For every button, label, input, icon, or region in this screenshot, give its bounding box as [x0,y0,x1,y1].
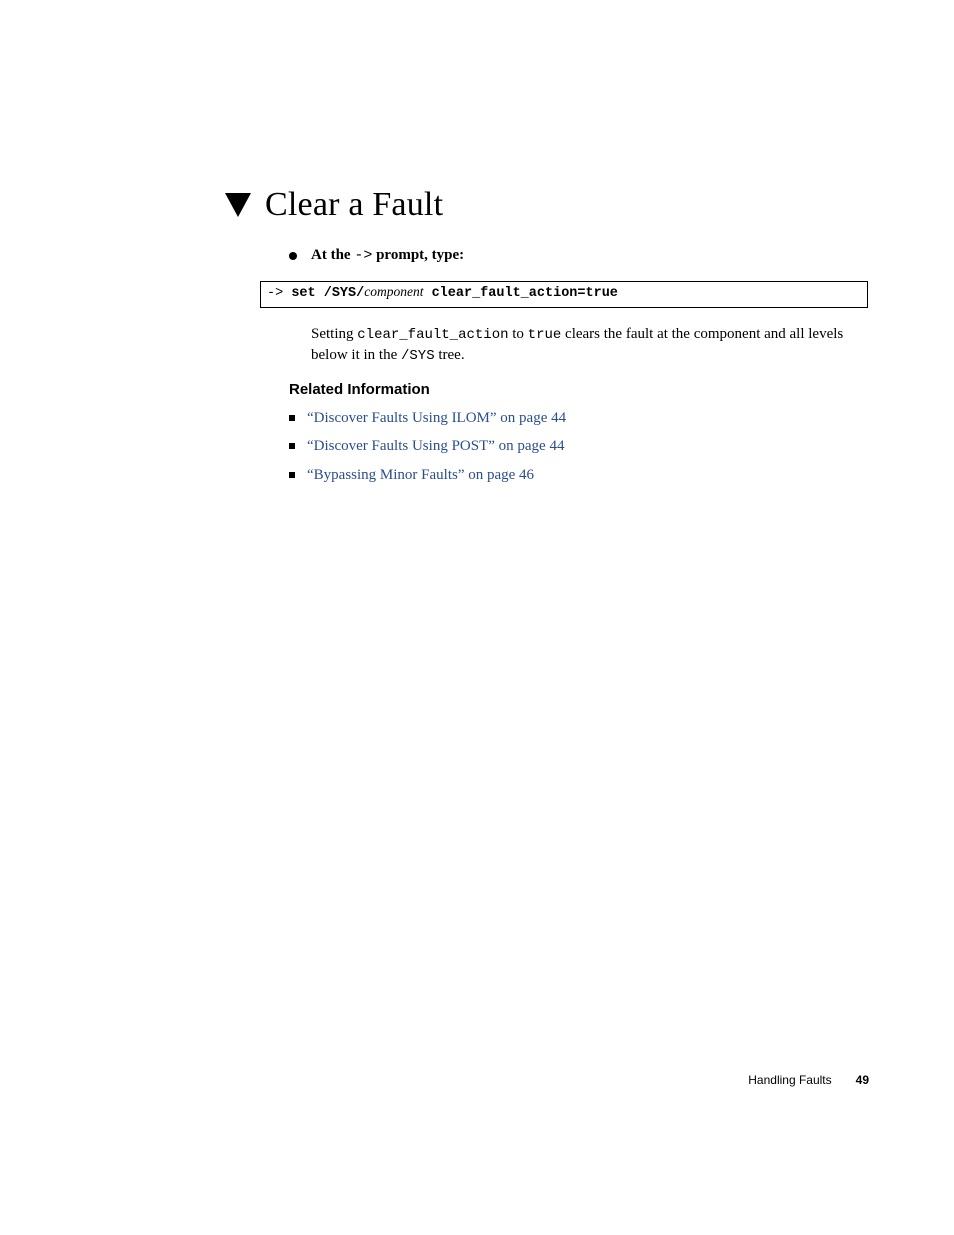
cross-reference-link[interactable]: “Discover Faults Using ILOM” on page 44 [307,408,566,428]
related-information-list: “Discover Faults Using ILOM” on page 44 … [289,400,849,485]
code-cmd-part2: clear_fault_action=true [423,286,617,301]
body-paragraph: Setting clear_fault_action to true clear… [311,324,866,367]
code-prompt: -> [267,286,291,301]
step-text-prefix: At the [311,247,354,263]
code-block: -> set /SYS/component clear_fault_action… [260,281,868,308]
page: Clear a Fault At the -> prompt, type: ->… [0,0,954,1235]
bullet-icon [289,252,297,260]
square-bullet-icon [289,415,295,421]
section-heading: Clear a Fault [225,186,443,224]
square-bullet-icon [289,443,295,449]
section-title: Clear a Fault [265,186,443,224]
square-bullet-icon [289,472,295,478]
list-item: “Bypassing Minor Faults” on page 46 [289,465,849,485]
code-component-placeholder: component [364,284,423,299]
cross-reference-link[interactable]: “Bypassing Minor Faults” on page 46 [307,465,534,485]
step-text-suffix: prompt, type: [372,247,464,263]
list-item: “Discover Faults Using ILOM” on page 44 [289,408,849,428]
step-row: At the -> prompt, type: [289,247,464,264]
para-mono-3: /SYS [401,348,435,364]
step-text-code: -> [354,247,372,264]
step-text: At the -> prompt, type: [311,247,464,264]
code-cmd-part1: set /SYS/ [291,286,364,301]
list-item: “Discover Faults Using POST” on page 44 [289,436,849,456]
page-footer: Handling Faults 49 [748,1073,869,1087]
para-mono-2: true [528,327,562,343]
para-text-4: tree. [435,347,465,363]
footer-page-number: 49 [856,1073,869,1087]
cross-reference-link[interactable]: “Discover Faults Using POST” on page 44 [307,436,564,456]
para-text-1: Setting [311,326,357,342]
para-mono-1: clear_fault_action [357,327,508,343]
triangle-down-icon [225,193,251,217]
related-information-heading: Related Information [289,381,430,398]
para-text-2: to [509,326,528,342]
footer-section-name: Handling Faults [748,1073,831,1087]
